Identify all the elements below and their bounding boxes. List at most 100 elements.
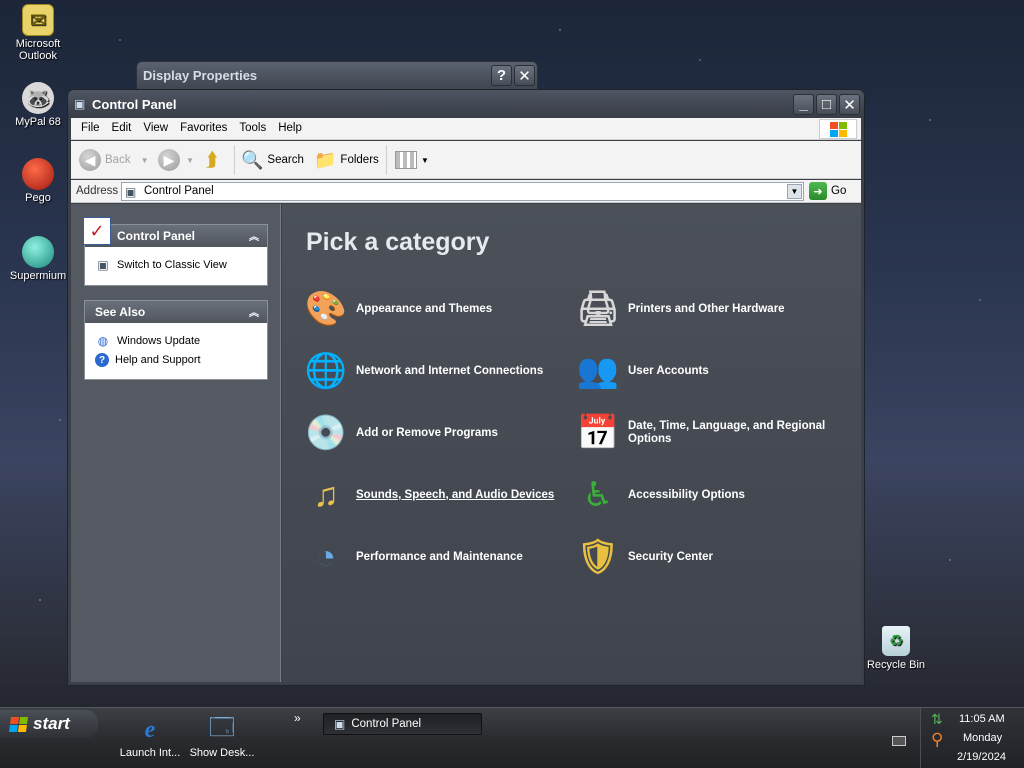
menu-tools[interactable]: Tools	[233, 118, 272, 138]
desktop-icon-label: Microsoft Outlook	[15, 38, 61, 62]
desktop-icon-mypal[interactable]: 🦝 MyPal 68	[0, 82, 76, 128]
link-label: Switch to Classic View	[117, 259, 227, 271]
windows-logo-icon	[819, 119, 857, 139]
category-appearance-and-themes[interactable]: 🎨 Appearance and Themes	[302, 285, 492, 333]
category-printers-and-other-hardware[interactable]: 🖨 Printers and Other Hardware	[574, 285, 784, 333]
see-also-box: See Also ︽ ◍ Windows Update ? Help and S…	[84, 300, 268, 380]
category-user-accounts[interactable]: 👥 User Accounts	[574, 347, 709, 395]
panel-header[interactable]: See Also ︽	[85, 301, 267, 323]
category-label: Date, Time, Language, and Regional Optio…	[628, 420, 826, 445]
go-button[interactable]: ➜ Go	[809, 182, 846, 200]
category-date-time-language-and-regional-options[interactable]: 📅 Date, Time, Language, and Regional Opti…	[574, 409, 848, 457]
back-arrow-icon: ◀	[79, 149, 101, 171]
control-panel-icon: ▣	[74, 97, 86, 111]
desktop-icon-supermium[interactable]: Supermium	[0, 236, 76, 282]
chevron-down-icon[interactable]: ▼	[787, 184, 802, 199]
views-grid-icon	[395, 151, 417, 169]
desktop-icon-outlook[interactable]: ✉ Microsoft Outlook	[0, 4, 76, 62]
display-properties-window[interactable]: Display Properties ? ✕	[136, 61, 538, 91]
taskbar: start e Launch Int... 🗔 Show Desk... » ▣…	[0, 707, 1024, 768]
network-tray-icon[interactable]: ⇅	[931, 711, 943, 728]
back-label: Back	[105, 154, 131, 166]
help-button[interactable]: ?	[491, 65, 512, 86]
go-arrow-icon: ➜	[809, 182, 827, 200]
category-performance-and-maintenance[interactable]: ◔ Performance and Maintenance	[302, 533, 523, 581]
up-folder-icon: ⮭	[206, 148, 218, 171]
category-sounds-speech-and-audio-devices[interactable]: ♫ Sounds, Speech, and Audio Devices	[302, 471, 554, 519]
menu-help[interactable]: Help	[272, 118, 308, 138]
category-accessibility-options[interactable]: ♿ Accessibility Options	[574, 471, 745, 519]
minimize-button[interactable]: _	[793, 94, 814, 115]
desktop-icon-label: Supermium	[9, 270, 67, 282]
chevron-down-icon: ▼	[421, 155, 429, 165]
folders-icon: 📁	[314, 149, 337, 170]
calendar-globe-icon: 📅	[576, 414, 620, 452]
recycle-bin-label: Recycle Bin	[866, 659, 926, 671]
menu-file[interactable]: File	[75, 118, 106, 138]
close-button[interactable]: ✕	[839, 94, 860, 115]
panel-header[interactable]: ✓ Control Panel ︽	[83, 217, 267, 247]
menu-favorites[interactable]: Favorites	[174, 118, 233, 138]
start-button[interactable]: start	[0, 710, 98, 738]
category-network-and-internet-connections[interactable]: 🌐 Network and Internet Connections	[302, 347, 543, 395]
category-label: Appearance and Themes	[356, 302, 493, 315]
category-label: Add or Remove Programs	[356, 426, 498, 439]
desktop-icon-recycle-bin[interactable]: ♻ Recycle Bin	[866, 626, 926, 671]
control-panel-window[interactable]: ▣ Control Panel _ □ ✕ File Edit View Favori…	[67, 89, 865, 686]
search-button[interactable]: 🔍 Search	[241, 147, 304, 173]
folders-button[interactable]: 📁 Folders	[314, 147, 379, 173]
supermium-icon	[22, 236, 54, 268]
address-label: Address	[76, 185, 119, 197]
windows-update-link[interactable]: ◍ Windows Update	[95, 333, 257, 349]
switch-classic-view-link[interactable]: ▣ Switch to Classic View	[95, 257, 257, 273]
search-icon: 🔍	[241, 149, 264, 170]
collapse-chevron-icon[interactable]: ︽	[247, 228, 261, 243]
network-globe-icon: 🌐	[304, 352, 348, 390]
help-support-link[interactable]: ? Help and Support	[95, 353, 257, 367]
mypal-icon: 🦝	[22, 82, 54, 114]
search-tray-icon[interactable]: ⚲	[931, 730, 943, 750]
control-panel-icon: ▣	[125, 185, 137, 199]
panel-title: Control Panel	[117, 229, 196, 243]
quick-launch-more-icon[interactable]: »	[294, 711, 301, 725]
keyboard-icon[interactable]	[892, 736, 906, 746]
go-label: Go	[831, 185, 847, 197]
address-input[interactable]: ▣ Control Panel ▼	[121, 182, 804, 201]
folders-label: Folders	[340, 154, 379, 166]
desktop-icon-label: MyPal 68	[15, 116, 61, 128]
toolbar-separator	[234, 145, 235, 175]
taskbar-button-control-panel[interactable]: ▣ Control Panel	[323, 713, 482, 735]
security-shield-icon: 🛡	[576, 538, 620, 576]
category-security-center[interactable]: 🛡 Security Center	[574, 533, 713, 581]
menu-edit[interactable]: Edit	[106, 118, 138, 138]
collapse-chevron-icon[interactable]: ︽	[247, 304, 261, 319]
close-button[interactable]: ✕	[514, 65, 535, 86]
recycle-bin-icon: ♻	[882, 626, 910, 656]
maximize-button[interactable]: □	[816, 94, 837, 115]
link-label: Windows Update	[117, 335, 201, 347]
back-button[interactable]: ◀ Back ▼	[79, 147, 149, 173]
outlook-icon: ✉	[22, 4, 54, 36]
clock-time[interactable]: 11:05 AM	[959, 713, 1005, 725]
up-folder-button[interactable]: ⮭	[206, 147, 218, 173]
task-label: Control Panel	[351, 718, 422, 730]
quick-launch-show-desktop[interactable]: 🗔 Show Desk...	[187, 714, 257, 760]
menu-view[interactable]: View	[137, 118, 174, 138]
address-value: Control Panel	[144, 185, 214, 197]
control-panel-box: ✓ Control Panel ︽ ▣ Switch to Classic Vi…	[83, 217, 268, 286]
title-bar[interactable]: ▣ Control Panel _ □ ✕	[68, 90, 864, 118]
category-label: Security Center	[628, 550, 714, 563]
start-label: start	[33, 714, 70, 733]
control-panel-checklist-icon: ✓	[83, 217, 111, 245]
page-title: Pick a category	[306, 228, 490, 256]
desktop-icon-pego[interactable]: Pego	[0, 158, 76, 204]
views-button[interactable]: ▼	[395, 147, 429, 173]
panel-body: ◍ Windows Update ? Help and Support	[85, 323, 267, 379]
classic-view-icon: ▣	[97, 258, 109, 272]
category-add-or-remove-programs[interactable]: 💿 Add or Remove Programs	[302, 409, 498, 457]
forward-arrow-icon: ▶	[158, 149, 180, 171]
quick-launch-ie[interactable]: e Launch Int...	[115, 715, 185, 760]
appearance-themes-icon: 🎨	[304, 290, 348, 328]
forward-button[interactable]: ▶ ▼	[158, 147, 194, 173]
windows-update-icon: ◍	[97, 334, 109, 348]
